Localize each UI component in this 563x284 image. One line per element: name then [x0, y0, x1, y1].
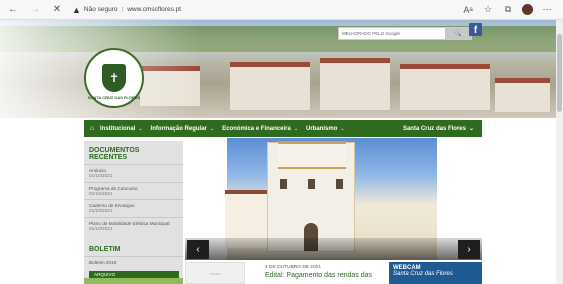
chevron-down-icon: ⌄	[468, 126, 474, 132]
docs-heading: DOCUMENTOS RECENTES	[89, 147, 140, 161]
church-window	[308, 179, 315, 189]
scrollbar-thumb[interactable]	[557, 34, 562, 112]
slider-next-button[interactable]: ›	[458, 240, 480, 259]
list-item[interactable]: Programa de Concurso 01/10/2021	[84, 181, 183, 200]
search-box[interactable]: MELHORADO PELO Google 🔍	[338, 27, 472, 40]
home-icon[interactable]: ⌂	[84, 125, 100, 132]
nav-item-economica-financeira[interactable]: Económica e Financeira ⌄	[222, 126, 298, 132]
doc-date: 01/10/2021	[89, 226, 113, 232]
news-date: 4 DE OUTUBRO DE 2021	[265, 265, 321, 270]
nav-item-label: Institucional	[100, 125, 136, 132]
address-bar[interactable]: ▲ Não seguro | www.cmscflores.pt	[72, 3, 181, 17]
church-building	[267, 141, 355, 252]
browser-toolbar: ← → ✕ ▲ Não seguro | www.cmscflores.pt A…	[0, 0, 563, 20]
news-item[interactable]: ▭▭▭ 4 DE OUTUBRO DE 2021 Edital: Pagamen…	[185, 262, 393, 284]
nav-item-label: Informação Regular	[150, 125, 207, 132]
boletim-link[interactable]: Boletim 2019	[84, 256, 183, 268]
municipality-logo[interactable]: ✝ SANTA CRUZ DAS FLORES	[84, 48, 144, 108]
nav-item-label: Urbanismo	[306, 125, 338, 132]
scrollbar[interactable]	[556, 20, 563, 284]
slide-caption-bar	[185, 238, 482, 260]
banner-house	[320, 58, 390, 110]
doc-date: 01/10/2021	[89, 173, 113, 179]
nav-item-label: Económica e Financeira	[222, 125, 291, 132]
back-icon[interactable]: ←	[6, 3, 20, 17]
boletim-heading: BOLETIM	[89, 246, 121, 254]
news-title[interactable]: Edital: Pagamento das rendas das	[265, 272, 372, 279]
chevron-down-icon: ⌄	[340, 125, 345, 132]
nav-item-institucional[interactable]: Institucional ⌄	[100, 126, 143, 132]
list-item[interactable]: Caderno de Encargos 01/10/2021	[84, 199, 183, 217]
slider-prev-button[interactable]: ‹	[187, 240, 209, 259]
nav-item-label: Santa Cruz das Flores	[402, 125, 466, 132]
news-thumbnail[interactable]: ▭▭▭	[185, 262, 245, 284]
chevron-down-icon: ⌄	[138, 125, 143, 132]
church-window	[336, 179, 343, 189]
reader-mode-icon[interactable]: Aᵃ	[462, 4, 474, 16]
nav-item-santa-cruz[interactable]: Santa Cruz das Flores ⌄	[402, 125, 474, 133]
doc-date: 01/10/2021	[89, 190, 113, 196]
banner-house	[400, 64, 490, 110]
search-button[interactable]: 🔍	[445, 28, 471, 39]
doc-date: 01/10/2021	[89, 208, 113, 214]
favorite-star-icon[interactable]: ☆	[482, 4, 494, 16]
church-pediment	[278, 141, 346, 169]
forward-icon[interactable]: →	[28, 3, 42, 17]
list-item[interactable]: Anúncio 01/10/2021	[84, 164, 183, 182]
facebook-icon[interactable]: f	[469, 23, 482, 36]
logo-text: SANTA CRUZ DAS FLORES	[87, 95, 141, 100]
chevron-down-icon: ⌄	[209, 125, 215, 132]
search-input[interactable]: MELHORADO PELO Google	[339, 31, 445, 36]
list-item[interactable]: Plano de Mobilidade Elétrica Municipal 01…	[84, 216, 183, 235]
warning-icon[interactable]: ▲	[72, 5, 81, 15]
coat-of-arms-icon: ✝	[102, 64, 126, 92]
collections-icon[interactable]: ⧉	[502, 4, 514, 16]
webcam-box[interactable]: WEBCAM Santa Cruz das Flores	[389, 262, 482, 284]
url-text[interactable]: www.cmscflores.pt	[127, 6, 181, 13]
nav-item-urbanismo[interactable]: Urbanismo ⌄	[306, 126, 345, 132]
church-window	[280, 179, 287, 189]
banner-house	[230, 62, 310, 110]
not-secure-label: Não seguro	[83, 6, 118, 13]
webcam-place: Santa Cruz das Flores	[393, 271, 453, 277]
address-separator: |	[121, 6, 124, 13]
main-nav: ⌂ Institucional ⌄ Informação Regular ⌄ Eco…	[84, 120, 482, 137]
sidebar-bottom-bar	[84, 278, 183, 284]
banner-house	[495, 78, 550, 112]
more-menu-icon[interactable]: ⋯	[541, 4, 553, 16]
chevron-down-icon: ⌄	[293, 125, 299, 132]
sidebar: DOCUMENTOS RECENTES Anúncio 01/10/2021 Pr…	[84, 141, 183, 284]
nav-item-informacao-regular[interactable]: Informação Regular ⌄	[151, 126, 215, 132]
close-icon[interactable]: ✕	[50, 3, 64, 17]
avatar[interactable]	[522, 4, 533, 15]
image-slider[interactable]: ‹ ›	[185, 138, 482, 260]
